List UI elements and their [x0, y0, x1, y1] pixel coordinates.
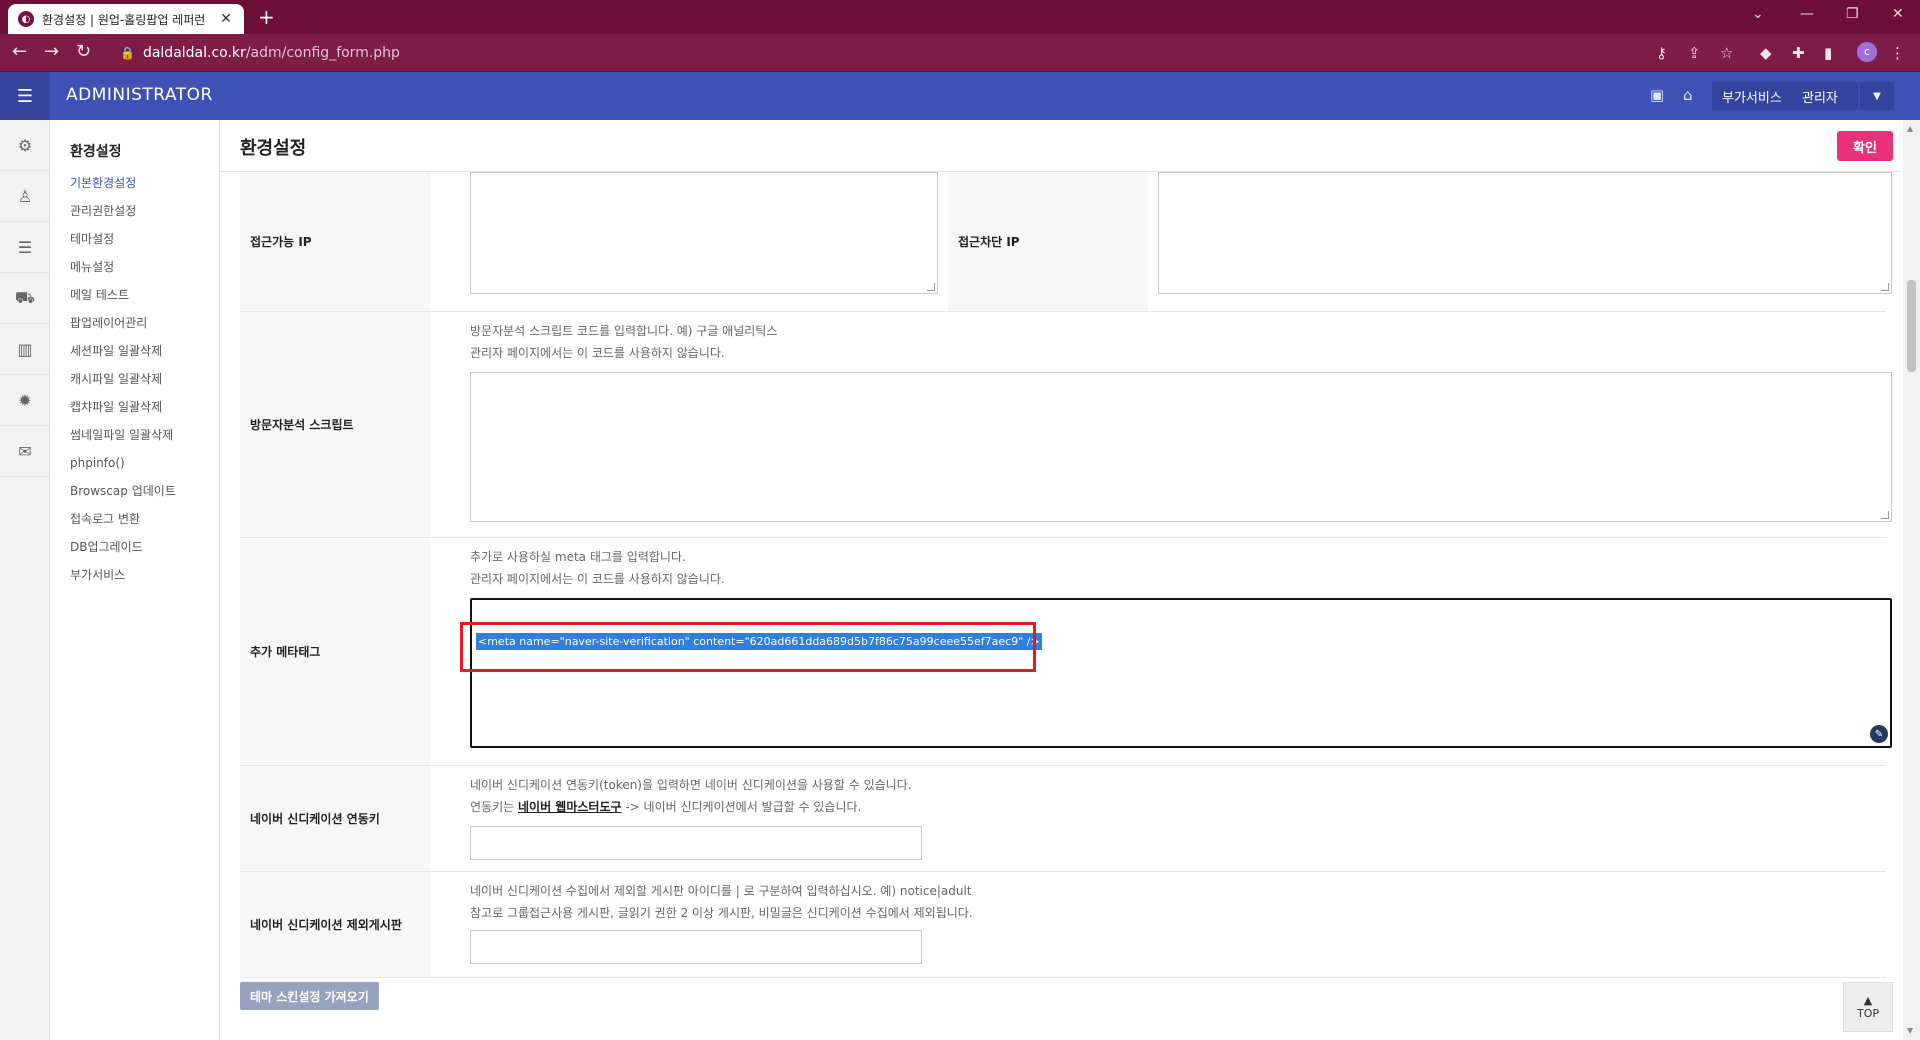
tab-title: 환경설정 | 원업-홀링팝업 레퍼런: [42, 12, 206, 27]
minimize-icon[interactable]: —: [1800, 6, 1814, 22]
analytics-help-1: 방문자분석 스크립트 코드를 입력합니다. 예) 구글 애널리틱스: [470, 324, 778, 338]
block-ip-label: 접근차단 IP: [948, 172, 1148, 311]
site-favicon-icon: ◐: [18, 11, 34, 27]
naver-exclude-input[interactable]: [470, 930, 922, 964]
allow-ip-textarea[interactable]: [470, 172, 938, 294]
extension-badge-icon[interactable]: ✎: [1870, 725, 1888, 743]
side-panel-icon[interactable]: ▮: [1824, 44, 1832, 62]
icon-rail: ⚙ ♙ ☰ ⛟ ▥ ✹ ✉: [0, 120, 50, 1040]
naver-key-row: 네이버 신디케이션 연동키 네이버 신디케이션 연동키(token)을 입력하면…: [240, 766, 1886, 872]
submenu-item-captcha-delete[interactable]: 캡챠파일 일괄삭제: [70, 398, 176, 426]
naver-exclude-row: 네이버 신디케이션 제외게시판 네이버 신디케이션 수집에서 제외할 게시판 아…: [240, 872, 1886, 978]
meta-tag-row: 추가 메타태그 추가로 사용하실 meta 태그를 입력합니다. 관리자 페이지…: [240, 538, 1892, 766]
naver-webmaster-link[interactable]: 네이버 웹마스터도구: [518, 800, 622, 814]
share-icon[interactable]: ⇪: [1688, 44, 1701, 62]
close-tab-icon[interactable]: ✕: [218, 11, 234, 27]
back-icon[interactable]: ←: [12, 42, 27, 62]
chevron-up-icon: ▲: [1863, 994, 1873, 1007]
naver-key-input[interactable]: [470, 826, 922, 860]
lock-icon: 🔒: [120, 46, 135, 60]
badge-icon[interactable]: ✹: [0, 375, 50, 426]
meta-help-1: 추가로 사용하실 meta 태그를 입력합니다.: [470, 550, 686, 564]
scroll-up-icon[interactable]: ▲: [1907, 124, 1913, 133]
top-label: TOP: [1856, 1007, 1879, 1020]
submenu-item-theme[interactable]: 테마설정: [70, 230, 176, 258]
address-bar[interactable]: 🔒 daldaldal.co.kr/adm/config_form.php: [108, 39, 1648, 67]
submenu-list: 기본환경설정 관리권한설정 테마설정 메뉴설정 메일 테스트 팝업레이어관리 세…: [70, 174, 176, 594]
shop-icon[interactable]: ▣: [1650, 86, 1664, 104]
naver-key-label: 네이버 신디케이션 연동키: [240, 766, 430, 871]
naver-exclude-help-1: 네이버 신디케이션 수집에서 제외할 게시판 아이디를 | 로 구분하여 입력하…: [470, 884, 972, 898]
block-ip-textarea[interactable]: [1158, 172, 1892, 294]
submenu-item-mail-test[interactable]: 메일 테스트: [70, 286, 176, 314]
window-close-icon[interactable]: ✕: [1892, 6, 1904, 22]
browser-tab-active[interactable]: ◐ 환경설정 | 원업-홀링팝업 레퍼런 ✕: [8, 4, 244, 34]
menu-toggle-icon[interactable]: ☰: [0, 72, 50, 120]
confirm-button[interactable]: 확인: [1837, 131, 1893, 161]
meta-tag-textarea[interactable]: <meta name="naver-site-verification" con…: [470, 598, 1892, 748]
analytics-help-2: 관리자 페이지에서는 이 코드를 사용하지 않습니다.: [470, 346, 725, 360]
mail-icon[interactable]: ✉: [0, 426, 50, 477]
list-icon[interactable]: ☰: [0, 222, 50, 273]
cart-icon[interactable]: ⛟: [0, 273, 50, 324]
highlight-box: [460, 622, 1036, 672]
admin-menu-button[interactable]: 관리자: [1792, 82, 1858, 110]
restore-icon[interactable]: ❐: [1846, 6, 1859, 22]
sub-menu: 환경설정 기본환경설정 관리권한설정 테마설정 메뉴설정 메일 테스트 팝업레이…: [50, 120, 220, 1040]
analytics-label: 방문자분석 스크립트: [240, 312, 430, 537]
meta-help-2: 관리자 페이지에서는 이 코드를 사용하지 않습니다.: [470, 572, 725, 586]
home-icon[interactable]: ⌂: [1683, 86, 1693, 104]
submenu-item-popup[interactable]: 팝업레이어관리: [70, 314, 176, 342]
browser-tab-strip: ◐ 환경설정 | 원업-홀링팝업 레퍼런 ✕ + ⌄ — ❐ ✕: [0, 0, 1920, 34]
submenu-item-thumbnail-delete[interactable]: 썸네일파일 일괄삭제: [70, 426, 176, 454]
page-scrollbar[interactable]: ▲ ▼: [1903, 120, 1920, 1040]
chart-icon[interactable]: ▥: [0, 324, 50, 375]
submenu-title: 환경설정: [70, 144, 122, 160]
submenu-item-services[interactable]: 부가서비스: [70, 566, 176, 594]
analytics-row: 방문자분석 스크립트 방문자분석 스크립트 코드를 입력합니다. 예) 구글 애…: [240, 312, 1892, 538]
allow-ip-label: 접근가능 IP: [240, 172, 430, 311]
config-form: 접근가능 IP 접근차단 IP 방문자분석 스크립트 방문자분석 스크립트 코드…: [220, 172, 1900, 1040]
profile-avatar[interactable]: c: [1857, 42, 1877, 62]
new-tab-icon[interactable]: +: [258, 6, 275, 28]
scroll-down-icon[interactable]: ▼: [1907, 1026, 1913, 1035]
admin-header: ☰ ADMINISTRATOR ▣ ⌂ 부가서비스 관리자 ▼: [0, 72, 1920, 120]
theme-skin-import-button[interactable]: 테마 스킨설정 가져오기: [240, 982, 379, 1010]
submenu-item-phpinfo[interactable]: phpinfo(): [70, 454, 176, 482]
naver-exclude-help-2: 참고로 그룹접근사용 게시판, 글읽기 권한 2 이상 게시판, 비밀글은 신디…: [470, 906, 973, 920]
naver-key-help-2: 연동키는 네이버 웹마스터도구 -> 네이버 신디케이션에서 발급할 수 있습니…: [470, 800, 862, 814]
submenu-item-session-delete[interactable]: 세션파일 일괄삭제: [70, 342, 176, 370]
scrollbar-thumb[interactable]: [1907, 280, 1916, 372]
submenu-item-browscap[interactable]: Browscap 업데이트: [70, 482, 176, 510]
submenu-item-basic-config[interactable]: 기본환경설정: [70, 174, 176, 202]
page-header: 환경설정 확인: [220, 120, 1900, 172]
reload-icon[interactable]: ↻: [76, 42, 91, 62]
gear-icon[interactable]: ⚙: [0, 120, 50, 171]
extension-shield-icon[interactable]: ◆: [1760, 44, 1772, 62]
ip-row: 접근가능 IP 접근차단 IP: [240, 172, 1892, 312]
submenu-item-cache-delete[interactable]: 캐시파일 일괄삭제: [70, 370, 176, 398]
submenu-item-log-convert[interactable]: 접속로그 변환: [70, 510, 176, 538]
submenu-item-db-upgrade[interactable]: DB업그레이드: [70, 538, 176, 566]
page-title: 환경설정: [240, 138, 307, 159]
admin-brand[interactable]: ADMINISTRATOR: [66, 85, 213, 105]
admin-dropdown-icon[interactable]: ▼: [1860, 82, 1894, 110]
meta-tag-label: 추가 메타태그: [240, 538, 430, 765]
browser-menu-icon[interactable]: ⋮: [1890, 44, 1905, 62]
bookmark-star-icon[interactable]: ☆: [1720, 44, 1733, 62]
analytics-textarea[interactable]: [470, 372, 1892, 522]
forward-icon[interactable]: →: [44, 42, 59, 62]
services-button[interactable]: 부가서비스: [1712, 82, 1792, 110]
submenu-item-auth[interactable]: 관리권한설정: [70, 202, 176, 230]
tab-search-icon[interactable]: ⌄: [1752, 6, 1764, 22]
user-icon[interactable]: ♙: [0, 171, 50, 222]
naver-key-help-1: 네이버 신디케이션 연동키(token)을 입력하면 네이버 신디케이션을 사용…: [470, 778, 912, 792]
key-icon[interactable]: ⚷: [1656, 44, 1667, 62]
scroll-top-button[interactable]: ▲ TOP: [1843, 982, 1893, 1032]
browser-toolbar: ← → ↻ 🔒 daldaldal.co.kr/adm/config_form.…: [0, 34, 1920, 72]
naver-exclude-label: 네이버 신디케이션 제외게시판: [240, 872, 430, 977]
submenu-item-menu[interactable]: 메뉴설정: [70, 258, 176, 286]
extensions-puzzle-icon[interactable]: ✚: [1792, 44, 1805, 62]
url-text: daldaldal.co.kr/adm/config_form.php: [142, 45, 400, 61]
